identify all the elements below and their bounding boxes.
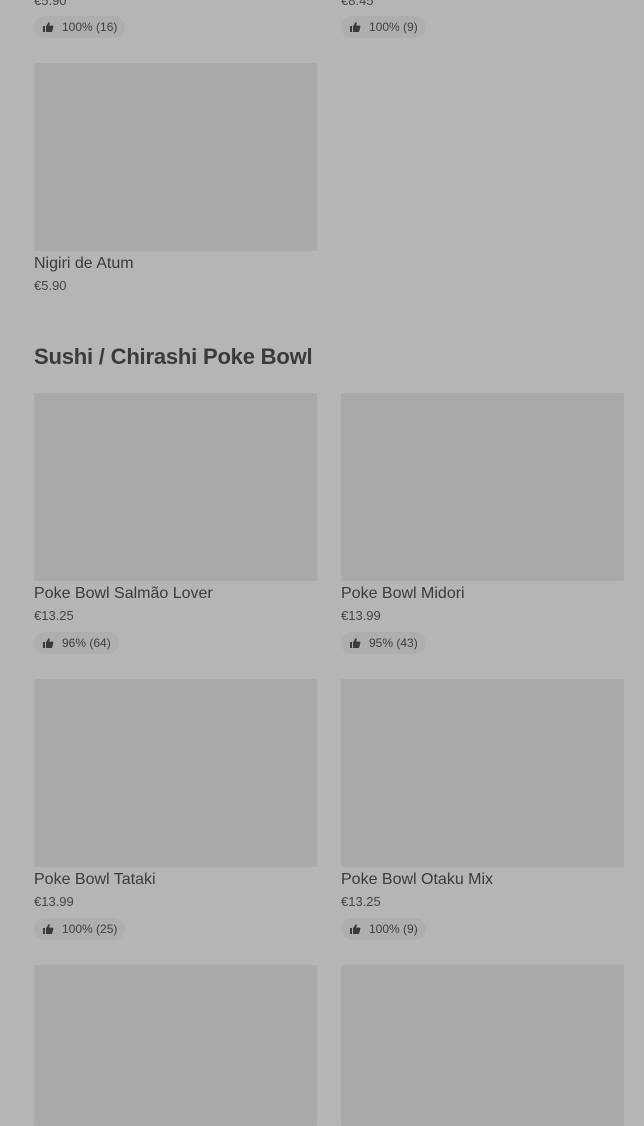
menu-item-card[interactable]: Nigiri de Atum €5.90 (34, 63, 317, 293)
thumbs-up-icon (43, 924, 54, 934)
item-price: €13.99 (341, 608, 381, 623)
menu-item-card[interactable]: Poke Bowl Otaku Mix €13.25 100% (9) (341, 679, 624, 940)
rating-text: 100% (25) (62, 922, 118, 936)
item-price: €13.99 (34, 894, 74, 909)
item-image (34, 393, 317, 581)
thumbs-up-icon (43, 638, 54, 648)
menu-item-card[interactable]: Poke Bowl Tataki €13.99 100% (25) (34, 679, 317, 940)
thumbs-up-icon (350, 22, 361, 32)
rating-text: 96% (64) (62, 636, 111, 650)
rating-text: 100% (16) (62, 20, 118, 34)
rating-badge: 100% (16) (34, 16, 126, 38)
item-price: €5.90 (34, 278, 67, 293)
thumbs-up-icon (350, 924, 361, 934)
rating-badge: 100% (25) (34, 918, 126, 940)
rating-badge: 95% (43) (341, 632, 426, 654)
menu-item-card[interactable]: Poke Bowl Salmão Lover €13.25 96% (64) (34, 393, 317, 654)
menu-page: €5.90 100% (16) €8.45 100% (9) Nigiri de… (0, 0, 644, 1126)
rating-text: 95% (43) (369, 636, 418, 650)
item-image (341, 393, 624, 581)
item-price: €13.25 (341, 894, 381, 909)
item-image (34, 965, 317, 1126)
item-price: €5.90 (34, 0, 67, 8)
thumbs-up-icon (43, 22, 54, 32)
item-name: Nigiri de Atum (34, 255, 134, 272)
item-name: Poke Bowl Tataki (34, 871, 156, 888)
item-price: €8.45 (341, 0, 374, 8)
rating-text: 100% (9) (369, 20, 418, 34)
menu-item-card[interactable]: Poke Bowl Midori €13.99 95% (43) (341, 393, 624, 654)
item-image (34, 679, 317, 867)
item-image (34, 63, 317, 251)
rating-badge: 100% (9) (341, 918, 426, 940)
item-name: Poke Bowl Midori (341, 585, 465, 602)
rating-badge: 96% (64) (34, 632, 119, 654)
item-image (341, 965, 624, 1126)
section-title: Sushi / Chirashi Poke Bowl (34, 344, 313, 369)
rating-badge: 100% (9) (341, 16, 426, 38)
item-price: €13.25 (34, 608, 74, 623)
menu-item-card[interactable] (341, 965, 624, 1126)
item-name: Poke Bowl Otaku Mix (341, 871, 494, 888)
item-image (341, 679, 624, 867)
menu-item-card[interactable] (34, 965, 317, 1126)
item-name: Poke Bowl Salmão Lover (34, 585, 213, 602)
thumbs-up-icon (350, 638, 361, 648)
rating-text: 100% (9) (369, 922, 418, 936)
